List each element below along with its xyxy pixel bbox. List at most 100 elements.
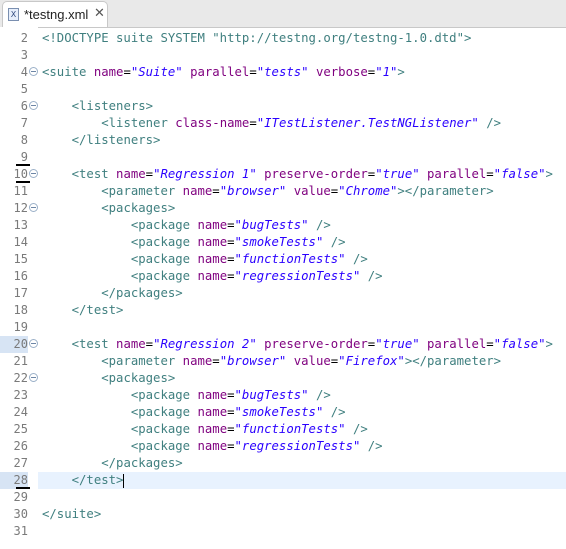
line-number: 20 [13, 337, 28, 351]
code-token: > [545, 337, 553, 351]
code-line[interactable]: 13 <package name="bugTests" /> [0, 217, 566, 234]
code-text: <test name="Regression 1" preserve-order… [42, 166, 553, 183]
code-token: "browser" [219, 184, 287, 198]
code-line[interactable]: 29 [0, 489, 566, 506]
code-line[interactable]: 5 [0, 81, 566, 98]
code-line[interactable]: 28 </test> [0, 472, 566, 489]
code-token: class-name [175, 116, 250, 130]
code-token: </test> [71, 473, 124, 487]
line-number: 14 [13, 235, 28, 249]
code-line[interactable]: 21 <parameter name="browser" value="Fire… [0, 353, 566, 370]
code-token: "true" [375, 167, 420, 181]
fold-toggle-icon[interactable] [29, 203, 38, 212]
code-token: name [182, 184, 213, 198]
code-line[interactable]: 17 </packages> [0, 285, 566, 302]
code-line[interactable]: 6 <listeners> [0, 98, 566, 115]
line-number: 4 [20, 65, 28, 79]
line-number: 22 [13, 371, 28, 385]
code-line[interactable]: 16 <package name="regressionTests" /> [0, 268, 566, 285]
code-line[interactable]: 26 <package name="regressionTests" /> [0, 438, 566, 455]
code-line[interactable]: 14 <package name="smokeTests" /> [0, 234, 566, 251]
line-number: 31 [13, 524, 28, 538]
code-line[interactable]: 18 </test> [0, 302, 566, 319]
code-token: name [197, 439, 228, 453]
code-text: <!DOCTYPE suite SYSTEM "http://testng.or… [42, 30, 471, 47]
code-text: </test> [42, 472, 125, 489]
code-token: </suite> [42, 507, 102, 521]
code-line[interactable]: 30 </suite> [0, 506, 566, 523]
code-token: name [116, 167, 146, 181]
code-token: "Suite" [130, 65, 183, 79]
code-line[interactable]: 3 [0, 47, 566, 64]
code-line[interactable]: 12 <packages> [0, 200, 566, 217]
code-line[interactable]: 2 <!DOCTYPE suite SYSTEM "http://testng.o… [0, 30, 566, 47]
code-token: = [227, 388, 235, 402]
code-token: <parameter [101, 184, 183, 198]
code-line[interactable]: 20 <test name="Regression 2" preserve-or… [0, 336, 566, 353]
code-token: = [486, 337, 494, 351]
line-background [38, 81, 566, 98]
code-token: "tests" [256, 65, 309, 79]
code-line[interactable]: 10 <test name="Regression 1" preserve-or… [0, 166, 566, 183]
code-line[interactable]: 22 <packages> [0, 370, 566, 387]
tab-title[interactable]: *testng.xml [24, 7, 88, 22]
code-editor[interactable]: 2 <!DOCTYPE suite SYSTEM "http://testng.o… [0, 27, 566, 549]
code-token: "true" [375, 337, 420, 351]
code-line[interactable]: 11 <parameter name="browser" value="Chro… [0, 183, 566, 200]
code-token: "1" [375, 65, 398, 79]
code-token: name [197, 405, 228, 419]
code-token: /> [308, 388, 331, 402]
close-icon[interactable]: ✕ [94, 6, 105, 21]
fold-toggle-icon[interactable] [29, 67, 38, 76]
line-number: 21 [13, 354, 28, 368]
code-token: name [197, 422, 228, 436]
line-number: 19 [13, 320, 28, 334]
code-text: <test name="Regression 2" preserve-order… [42, 336, 553, 353]
code-token: name [197, 218, 228, 232]
code-token: "false" [493, 337, 546, 351]
fold-toggle-icon[interactable] [29, 373, 38, 382]
code-token: "functionTests" [234, 422, 346, 436]
code-token: = [227, 439, 235, 453]
code-token: name [197, 388, 228, 402]
line-number: 24 [13, 405, 28, 419]
code-line[interactable]: 4 <suite name="Suite" parallel="tests" ve… [0, 64, 566, 81]
code-line[interactable]: 15 <package name="functionTests" /> [0, 251, 566, 268]
code-line[interactable]: 19 [0, 319, 566, 336]
code-token: <package [130, 269, 198, 283]
code-token: /> [478, 116, 502, 130]
code-token: "regressionTests" [234, 439, 361, 453]
code-token: "functionTests" [234, 252, 346, 266]
code-token: = [249, 65, 257, 79]
code-text: <package name="smokeTests" /> [42, 234, 346, 251]
code-text: <parameter name="browser" value="Chrome"… [42, 183, 493, 200]
code-token: <package [130, 218, 198, 232]
code-token: /> [360, 439, 383, 453]
code-line[interactable]: 7 <listener class-name="ITestListener.Te… [0, 115, 566, 132]
code-line[interactable]: 31 [0, 523, 566, 540]
fold-toggle-icon[interactable] [29, 169, 38, 178]
code-line[interactable]: 9 [0, 149, 566, 166]
code-token: <suite [42, 65, 94, 79]
line-background [38, 319, 566, 336]
code-line[interactable]: 25 <package name="functionTests" /> [0, 421, 566, 438]
code-token: <package [130, 235, 198, 249]
tab-testng-xml[interactable]: X *testng.xml ✕ [2, 1, 108, 27]
code-token: > [397, 65, 405, 79]
code-line[interactable]: 27 </packages> [0, 455, 566, 472]
code-line[interactable]: 8 </listeners> [0, 132, 566, 149]
code-line[interactable]: 24 <package name="smokeTests" /> [0, 404, 566, 421]
code-token: value [286, 354, 331, 368]
fold-toggle-icon[interactable] [29, 101, 38, 110]
fold-toggle-icon[interactable] [29, 339, 38, 348]
line-number: 26 [13, 439, 28, 453]
line-background [38, 47, 566, 64]
xml-file-icon: X [8, 8, 19, 21]
code-line[interactable]: 23 <package name="bugTests" /> [0, 387, 566, 404]
code-token: = [227, 235, 235, 249]
